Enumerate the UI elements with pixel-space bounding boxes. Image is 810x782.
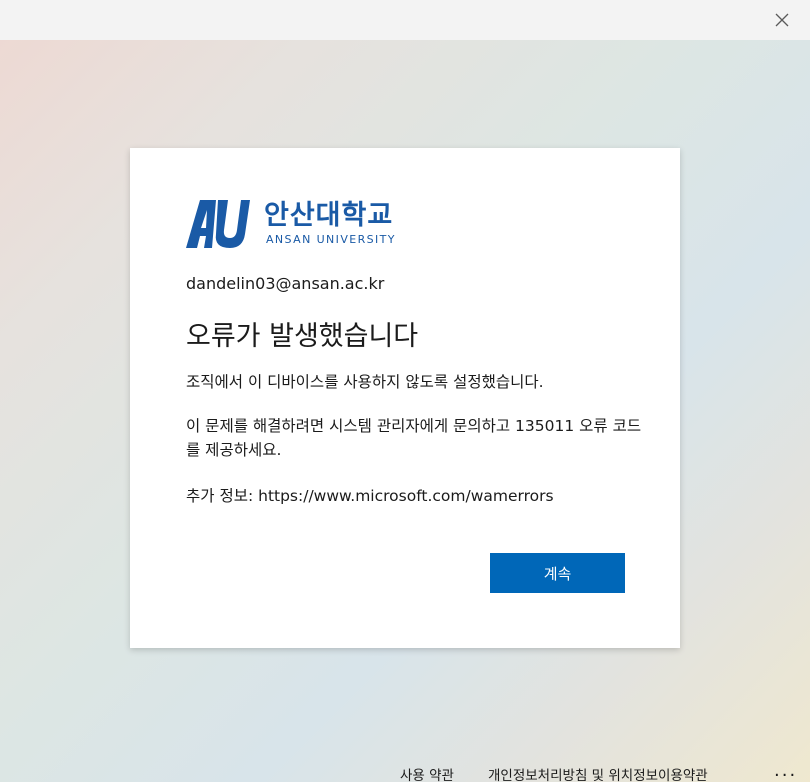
dialog-window: 안산대학교 ANSAN UNIVERSITY dandelin03@ansan.…: [0, 0, 810, 782]
error-instruction: 이 문제를 해결하려면 시스템 관리자에게 문의하고 135011 오류 코드를…: [186, 417, 642, 459]
university-logo: 안산대학교 ANSAN UNIVERSITY: [186, 200, 396, 248]
footer: 사용 약관 개인정보처리방침 및 위치정보이용약관 ...: [0, 760, 810, 782]
more-info-text: 추가 정보: https://www.microsoft.com/wamerro…: [186, 487, 554, 505]
error-title: 오류가 발생했습니다: [186, 321, 419, 352]
continue-button[interactable]: 계속: [490, 553, 625, 593]
account-email: dandelin03@ansan.ac.kr: [186, 274, 385, 293]
au-logo-icon: [186, 200, 250, 248]
error-card: 안산대학교 ANSAN UNIVERSITY dandelin03@ansan.…: [130, 148, 680, 648]
logo-korean-name: 안산대학교: [264, 200, 394, 231]
title-bar: [0, 0, 810, 40]
close-icon: [775, 13, 789, 27]
logo-english-name: ANSAN UNIVERSITY: [266, 233, 396, 246]
logo-text: 안산대학교 ANSAN UNIVERSITY: [264, 201, 396, 247]
terms-of-use-link[interactable]: 사용 약관: [400, 764, 454, 782]
privacy-policy-link[interactable]: 개인정보처리방침 및 위치정보이용약관: [488, 764, 708, 782]
more-options-button[interactable]: ...: [774, 760, 797, 781]
error-message: 조직에서 이 디바이스를 사용하지 않도록 설정했습니다.: [186, 373, 544, 391]
close-button[interactable]: [762, 4, 802, 36]
